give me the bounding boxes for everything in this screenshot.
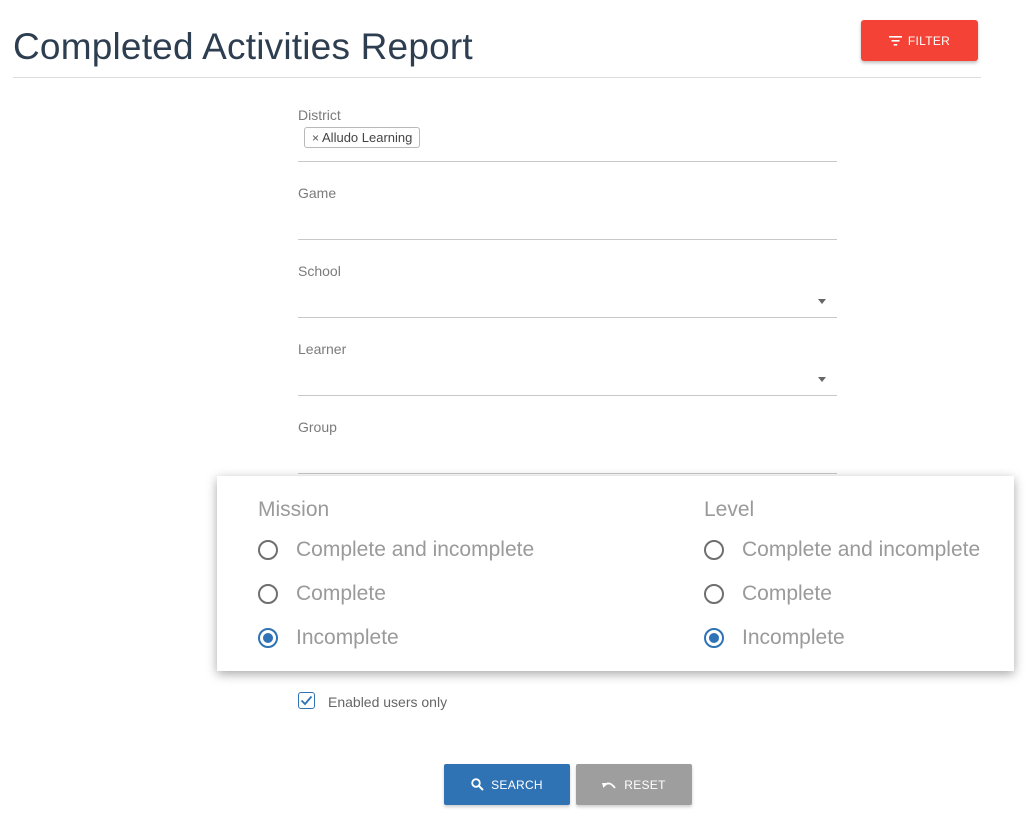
mission-option-incomplete[interactable]: Incomplete — [258, 616, 534, 660]
district-chip-label: Alludo Learning — [322, 130, 413, 145]
status-filter-card: Mission Complete and incomplete Complete… — [217, 476, 1014, 671]
level-title: Level — [704, 498, 755, 521]
mission-radio-complete[interactable] — [258, 584, 278, 604]
learner-caret-down-icon[interactable] — [818, 377, 826, 382]
district-field[interactable]: District × Alludo Learning — [298, 107, 837, 162]
mission-radio-complete-and-incomplete[interactable] — [258, 540, 278, 560]
level-radio-complete-and-incomplete[interactable] — [704, 540, 724, 560]
school-select[interactable]: School — [298, 263, 837, 318]
game-field[interactable]: Game — [298, 185, 837, 240]
district-underline — [298, 161, 837, 162]
school-caret-down-icon[interactable] — [818, 299, 826, 304]
level-radio-complete[interactable] — [704, 584, 724, 604]
mission-option-complete[interactable]: Complete — [258, 572, 534, 616]
district-chip: × Alludo Learning — [304, 127, 421, 148]
level-option-complete-and-incomplete[interactable]: Complete and incomplete — [704, 528, 980, 572]
enabled-users-checkbox[interactable] — [298, 692, 315, 709]
learner-underline — [298, 395, 837, 396]
option-label: Complete and incomplete — [296, 538, 535, 561]
school-label: School — [298, 263, 341, 279]
option-label: Incomplete — [742, 626, 845, 649]
filter-icon — [888, 35, 902, 46]
learner-select[interactable]: Learner — [298, 341, 837, 396]
level-radio-group: Level Complete and incomplete Complete I… — [704, 498, 980, 660]
undo-icon — [602, 782, 616, 789]
game-label: Game — [298, 185, 337, 201]
group-field[interactable]: Group — [298, 419, 837, 474]
game-underline — [298, 239, 837, 240]
district-label: District — [298, 107, 341, 123]
chip-remove-icon[interactable]: × — [312, 131, 319, 145]
learner-label: Learner — [298, 341, 347, 357]
search-icon — [471, 778, 484, 791]
level-radio-incomplete[interactable] — [704, 628, 724, 648]
mission-radio-incomplete[interactable] — [258, 628, 278, 648]
mission-title: Mission — [258, 498, 330, 521]
option-label: Complete — [742, 582, 832, 605]
checkmark-icon — [300, 695, 313, 706]
reset-button-label: RESET — [624, 777, 666, 792]
page-title: Completed Activities Report — [13, 26, 473, 67]
enabled-users-label: Enabled users only — [328, 694, 448, 710]
level-option-complete[interactable]: Complete — [704, 572, 980, 616]
option-label: Incomplete — [296, 626, 399, 649]
filter-button-label: FILTER — [907, 33, 951, 48]
group-underline — [298, 473, 837, 474]
filter-button[interactable]: FILTER — [861, 20, 978, 61]
reset-button[interactable]: RESET — [576, 764, 692, 805]
school-underline — [298, 317, 837, 318]
mission-radio-group: Mission Complete and incomplete Complete… — [258, 498, 534, 660]
mission-option-complete-and-incomplete[interactable]: Complete and incomplete — [258, 528, 534, 572]
option-label: Complete and incomplete — [742, 538, 981, 561]
option-label: Complete — [296, 582, 386, 605]
search-button-label: SEARCH — [491, 777, 543, 792]
title-divider — [13, 77, 981, 78]
level-option-incomplete[interactable]: Incomplete — [704, 616, 980, 660]
group-label: Group — [298, 419, 337, 435]
search-button[interactable]: SEARCH — [444, 764, 570, 805]
